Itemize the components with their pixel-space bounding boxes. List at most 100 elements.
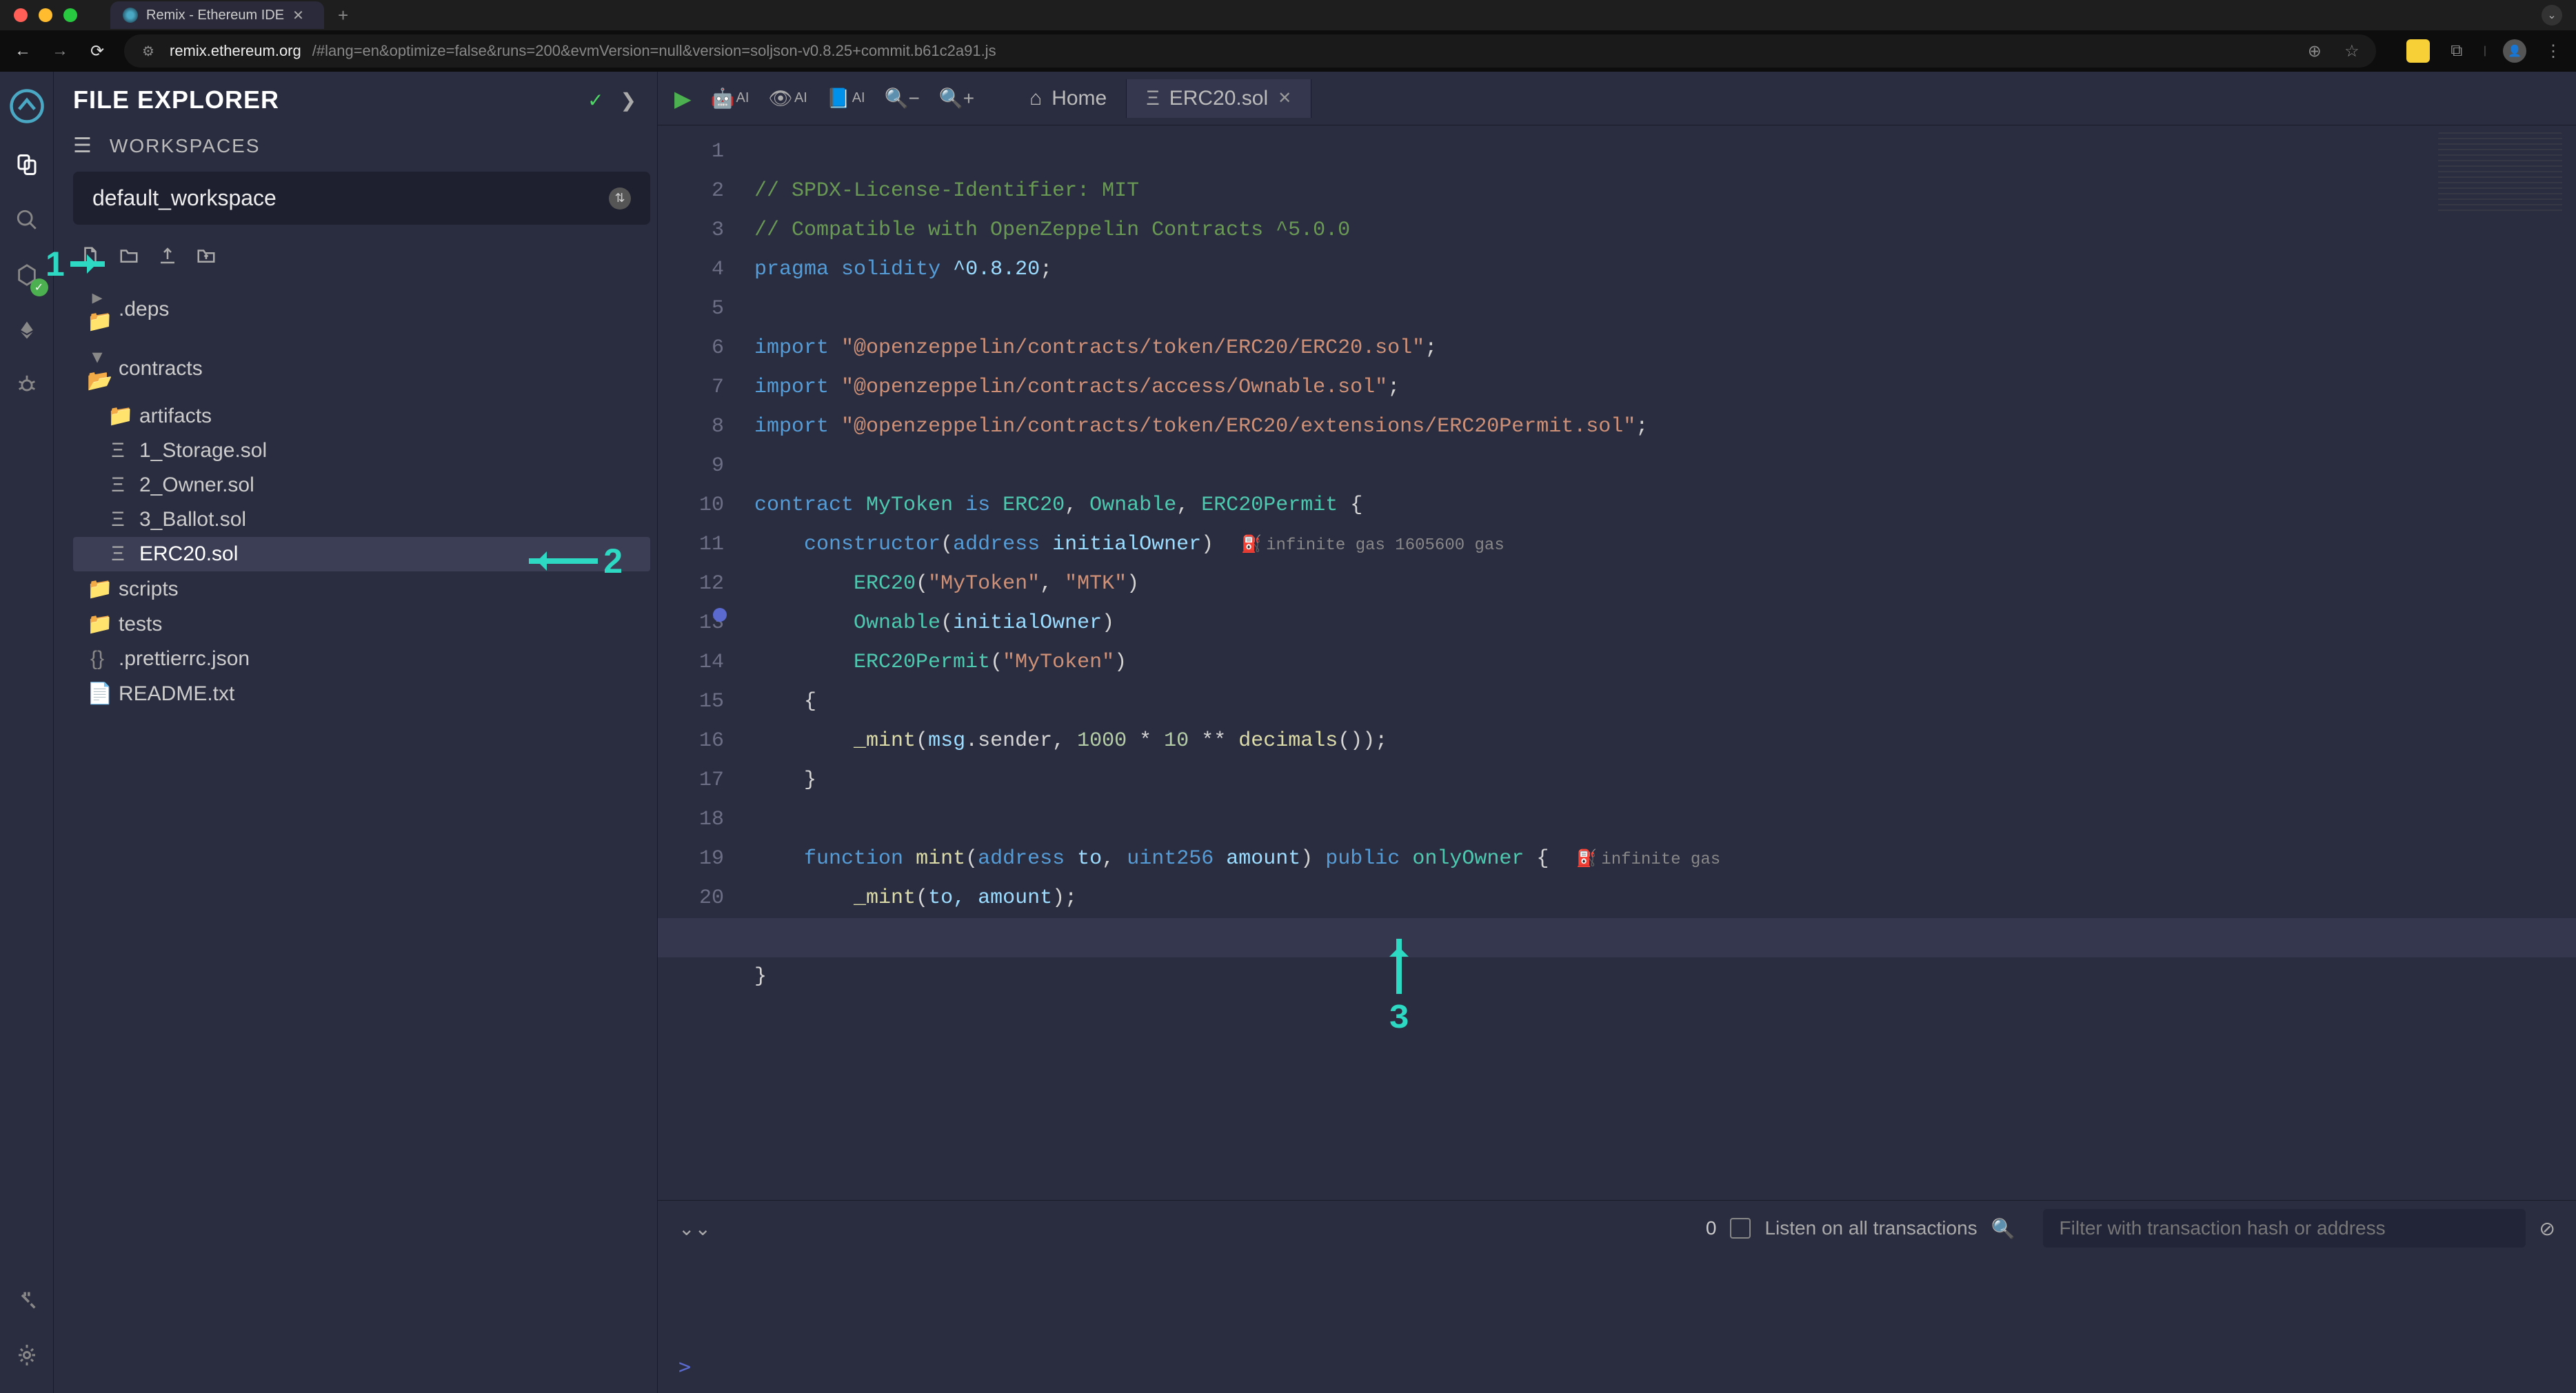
extension-icon[interactable] — [2406, 39, 2430, 63]
file-readme[interactable]: 📄 README.txt — [73, 676, 650, 711]
browser-tab[interactable]: Remix - Ethereum IDE ✕ — [110, 1, 324, 29]
breakpoint-indicator — [713, 608, 727, 622]
ai-assistant-2[interactable]: 👁AI — [768, 87, 807, 110]
workspaces-row: ☰ WORKSPACES — [73, 134, 650, 158]
bookmark-icon[interactable]: ☆ — [2342, 41, 2362, 61]
panel-next-icon[interactable]: ❯ — [621, 89, 636, 112]
terminal-toolbar: ⌄⌄ 0 Listen on all transactions 🔍 ⊘ — [658, 1201, 2576, 1256]
filter-input[interactable] — [2043, 1209, 2526, 1248]
window-titlebar: Remix - Ethereum IDE ✕ + ⌄ — [0, 0, 2576, 30]
compiler-tab[interactable]: ✓ — [10, 258, 44, 292]
deploy-tab[interactable] — [10, 313, 44, 347]
tx-count: 0 — [1706, 1217, 1717, 1239]
home-icon: ⌂ — [1029, 87, 1042, 110]
folder-icon: 📁 — [87, 577, 108, 601]
file-actions-toolbar — [73, 245, 650, 266]
close-window-button[interactable] — [14, 8, 28, 22]
annotation-1: 1 — [46, 244, 105, 284]
tab-home[interactable]: ⌂ Home — [1010, 79, 1127, 118]
search-terminal-icon[interactable]: 🔍 — [1991, 1217, 2015, 1240]
search-tab[interactable] — [10, 203, 44, 237]
upload-folder-icon[interactable] — [196, 245, 217, 266]
tabs-dropdown-button[interactable]: ⌄ — [2542, 5, 2562, 26]
workspaces-label: WORKSPACES — [110, 135, 261, 157]
remix-app: ✓ FILE EXPLORER ✓ ❯ ☰ WORKSPACES — [0, 72, 2576, 1393]
editor-area: ▶ 🤖AI 👁AI 📘AI 🔍− 🔍+ ⌂ Home Ξ ERC20.sol ✕ — [658, 72, 2576, 1393]
code-content: // SPDX-License-Identifier: MIT // Compa… — [741, 125, 1720, 1200]
folder-deps[interactable]: ▸📁 .deps — [73, 280, 650, 339]
git-status-icon[interactable]: ✓ — [587, 89, 603, 112]
remix-logo-icon[interactable] — [6, 85, 48, 127]
json-file-icon: {} — [87, 647, 108, 671]
browser-toolbar: ← → ⟳ ⚙ remix.ethereum.org/#lang=en&opti… — [0, 30, 2576, 72]
listen-checkbox[interactable] — [1730, 1218, 1751, 1239]
new-folder-icon[interactable] — [119, 245, 139, 266]
solidity-file-icon: Ξ — [108, 439, 128, 462]
ai-assistant-1[interactable]: 🤖AI — [711, 87, 749, 110]
line-numbers: 123456789101112131415161718192021 — [658, 125, 741, 1200]
close-tab-icon[interactable]: ✕ — [292, 7, 304, 24]
workspace-name: default_workspace — [92, 185, 276, 211]
upload-icon[interactable] — [157, 245, 178, 266]
workspace-dropdown-icon[interactable]: ⇅ — [609, 187, 631, 210]
solidity-file-icon: Ξ — [1146, 87, 1160, 110]
maximize-window-button[interactable] — [63, 8, 77, 22]
workspace-selector[interactable]: default_workspace ⇅ — [73, 172, 650, 225]
annotation-3: 3 — [1389, 939, 1409, 1039]
file-explorer-tab[interactable] — [10, 148, 44, 182]
annotation-2: 2 — [529, 541, 623, 581]
solidity-file-icon: Ξ — [108, 508, 128, 531]
file-tree: ▸📁 .deps ▾📂 contracts 📁 artifacts Ξ 1_St… — [73, 280, 650, 711]
zoom-icon[interactable]: ⊕ — [2304, 41, 2325, 61]
folder-open-icon: ▾📂 — [87, 345, 108, 393]
extensions-menu-icon[interactable]: ⧉ — [2446, 41, 2467, 61]
minimize-window-button[interactable] — [39, 8, 52, 22]
run-button[interactable]: ▶ — [674, 85, 692, 112]
debugger-tab[interactable] — [10, 368, 44, 403]
terminal-prompt: > — [678, 1355, 691, 1379]
text-file-icon: 📄 — [87, 682, 108, 706]
sidebar-header: FILE EXPLORER ✓ ❯ — [73, 85, 650, 114]
plugin-manager-tab[interactable] — [10, 1283, 44, 1317]
folder-icon: 📁 — [87, 612, 108, 636]
panel-title: FILE EXPLORER — [73, 85, 279, 114]
forward-button[interactable]: → — [50, 41, 70, 61]
ai-assistant-3[interactable]: 📘AI — [827, 87, 865, 110]
hamburger-icon[interactable]: ☰ — [73, 134, 93, 158]
back-button[interactable]: ← — [12, 41, 33, 61]
folder-icon: ▸📁 — [87, 285, 108, 334]
solidity-file-icon: Ξ — [108, 542, 128, 566]
zoom-out-button[interactable]: 🔍− — [885, 87, 920, 110]
reload-button[interactable]: ⟳ — [87, 41, 108, 61]
browser-menu-icon[interactable]: ⋮ — [2543, 41, 2564, 61]
folder-icon: 📁 — [108, 404, 128, 428]
profile-button[interactable]: 👤 — [2503, 39, 2526, 63]
site-settings-icon[interactable]: ⚙ — [138, 43, 159, 60]
tab-title: Remix - Ethereum IDE — [146, 8, 284, 23]
terminal-panel: ⌄⌄ 0 Listen on all transactions 🔍 ⊘ > — [658, 1200, 2576, 1393]
zoom-in-button[interactable]: 🔍+ — [939, 87, 974, 110]
close-tab-icon[interactable]: ✕ — [1278, 88, 1291, 108]
collapse-terminal-icon[interactable]: ⌄⌄ — [678, 1217, 711, 1240]
folder-artifacts[interactable]: 📁 artifacts — [73, 398, 650, 434]
file-owner[interactable]: Ξ 2_Owner.sol — [73, 468, 650, 502]
solidity-file-icon: Ξ — [108, 474, 128, 497]
new-tab-button[interactable]: + — [338, 5, 348, 26]
file-ballot[interactable]: Ξ 3_Ballot.sol — [73, 502, 650, 537]
folder-tests[interactable]: 📁 tests — [73, 607, 650, 642]
url-host: remix.ethereum.org — [170, 42, 301, 60]
file-storage[interactable]: Ξ 1_Storage.sol — [73, 434, 650, 468]
current-line-highlight — [658, 918, 2576, 957]
tab-erc20[interactable]: Ξ ERC20.sol ✕ — [1127, 79, 1311, 118]
address-bar[interactable]: ⚙ remix.ethereum.org/#lang=en&optimize=f… — [124, 34, 2376, 68]
folder-contracts[interactable]: ▾📂 contracts — [73, 339, 650, 398]
file-explorer-panel: FILE EXPLORER ✓ ❯ ☰ WORKSPACES default_w… — [54, 72, 658, 1393]
code-editor[interactable]: 123456789101112131415161718192021 // SPD… — [658, 125, 2576, 1200]
favicon-icon — [123, 8, 138, 23]
clear-terminal-icon[interactable]: ⊘ — [2539, 1217, 2555, 1240]
minimap[interactable] — [2438, 132, 2562, 215]
file-prettierrc[interactable]: {} .prettierrc.json — [73, 642, 650, 676]
settings-tab[interactable] — [10, 1338, 44, 1372]
terminal-body[interactable]: > — [658, 1256, 2576, 1393]
window-controls — [14, 8, 77, 22]
